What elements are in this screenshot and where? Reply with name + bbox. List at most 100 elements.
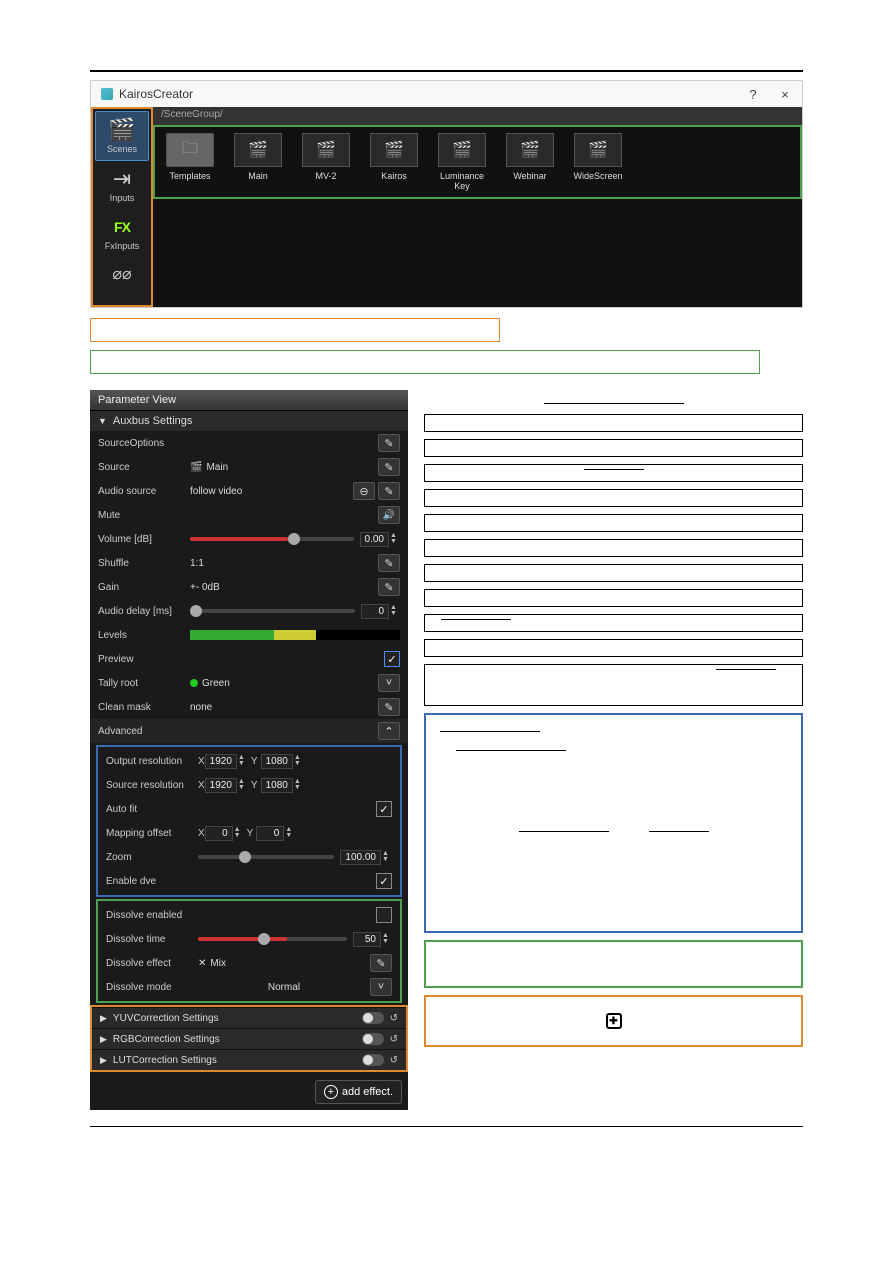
clapper-icon: 🎬 <box>302 133 350 167</box>
parameter-view: Parameter View ▼ Auxbus Settings SourceO… <box>90 390 408 1110</box>
dissolve-mode-dropdown[interactable] <box>370 978 392 996</box>
rgb-toggle[interactable] <box>362 1033 384 1045</box>
spinner[interactable]: ▲▼ <box>285 827 295 839</box>
remove-button[interactable] <box>353 482 375 500</box>
sidebar-item-fxinputs[interactable]: FX FxInputs <box>95 209 149 257</box>
volume-slider[interactable] <box>190 537 354 541</box>
dissolve-time-slider[interactable] <box>198 937 347 941</box>
row-output-resolution: Output resolution X 1920 ▲▼ Y 1080 ▲▼ <box>98 749 400 773</box>
sidebar-item-inputs[interactable]: ⇥ Inputs <box>95 161 149 209</box>
help-button[interactable]: ? <box>746 87 760 102</box>
spinner[interactable]: ▲▼ <box>294 755 304 767</box>
dissolve-enabled-checkbox[interactable] <box>376 907 392 923</box>
edit-button[interactable] <box>378 554 400 572</box>
reset-icon[interactable]: ↺ <box>390 1034 398 1045</box>
mute-button[interactable] <box>378 506 400 524</box>
audio-delay-slider[interactable] <box>190 609 355 613</box>
map-off-x[interactable]: 0 <box>205 826 233 841</box>
row-mapping-offset: Mapping offset X 0 ▲▼ Y 0 ▲▼ <box>98 821 400 845</box>
row-source: Source 🎬Main <box>90 455 408 479</box>
spinner[interactable]: ▲▼ <box>382 851 392 863</box>
sidebar-item-recording[interactable]: ⌀⌀ <box>95 257 149 295</box>
zoom-slider[interactable] <box>198 855 334 859</box>
desc-box <box>424 489 803 507</box>
scene-item-main[interactable]: 🎬 Main <box>227 133 289 191</box>
row-levels: Levels <box>90 623 408 647</box>
scene-item-mv2[interactable]: 🎬 MV-2 <box>295 133 357 191</box>
src-res-y[interactable]: 1080 <box>261 778 293 793</box>
expand-icon: ▶ <box>100 1034 107 1045</box>
spinner[interactable]: ▲▼ <box>234 827 244 839</box>
close-button[interactable]: × <box>778 87 792 102</box>
row-audio-delay: Audio delay [ms] 0 ▲▼ <box>90 599 408 623</box>
parameter-view-title: Parameter View <box>90 390 408 410</box>
row-zoom: Zoom 100.00 ▲▼ <box>98 845 400 869</box>
description-column: ✚ <box>424 390 803 1110</box>
yuv-correction-header[interactable]: ▶ YUVCorrection Settings ↺ <box>92 1007 406 1028</box>
lut-correction-header[interactable]: ▶ LUTCorrection Settings ↺ <box>92 1049 406 1070</box>
row-dissolve-time: Dissolve time 50 ▲▼ <box>98 927 400 951</box>
spinner[interactable]: ▲▼ <box>390 533 400 545</box>
tally-dropdown[interactable] <box>378 674 400 692</box>
spinner[interactable]: ▲▼ <box>382 933 392 945</box>
map-off-y[interactable]: 0 <box>256 826 284 841</box>
spinner[interactable]: ▲▼ <box>238 779 248 791</box>
plus-icon: ✚ <box>606 1013 622 1029</box>
src-res-x[interactable]: 1920 <box>205 778 237 793</box>
row-auto-fit: Auto fit ✓ <box>98 797 400 821</box>
scene-item-webinar[interactable]: 🎬 Webinar <box>499 133 561 191</box>
out-res-y[interactable]: 1080 <box>261 754 293 769</box>
row-dissolve-mode: Dissolve mode Normal <box>98 975 400 999</box>
clapper-icon: 🎬 <box>234 133 282 167</box>
desc-box <box>424 614 803 632</box>
clapper-icon: 🎬 <box>574 133 622 167</box>
desc-box <box>424 564 803 582</box>
collapse-button[interactable] <box>378 722 400 740</box>
auxbus-header[interactable]: ▼ Auxbus Settings <box>90 410 408 431</box>
zoom-value[interactable]: 100.00 <box>340 850 381 865</box>
sidebar-label: Inputs <box>110 193 135 203</box>
audio-delay-value[interactable]: 0 <box>361 604 389 619</box>
edit-button[interactable] <box>378 434 400 452</box>
spinner[interactable]: ▲▼ <box>238 755 248 767</box>
enable-dve-checkbox[interactable]: ✓ <box>376 873 392 889</box>
edit-button[interactable] <box>378 458 400 476</box>
reset-icon[interactable]: ↺ <box>390 1055 398 1066</box>
autofit-checkbox[interactable]: ✓ <box>376 801 392 817</box>
sidebar: 🎬 Scenes ⇥ Inputs FX FxInputs ⌀⌀ <box>91 107 153 307</box>
edit-button[interactable] <box>378 578 400 596</box>
edit-button[interactable] <box>378 698 400 716</box>
row-dissolve-effect: Dissolve effect ✕Mix <box>98 951 400 975</box>
desc-box <box>424 539 803 557</box>
titlebar: KairosCreator ? × <box>91 81 802 107</box>
out-res-x[interactable]: 1920 <box>205 754 237 769</box>
reset-icon[interactable]: ↺ <box>390 1013 398 1024</box>
volume-value[interactable]: 0.00 <box>360 532 389 547</box>
scene-label: Kairos <box>381 171 407 181</box>
row-dissolve-enabled: Dissolve enabled <box>98 903 400 927</box>
lut-toggle[interactable] <box>362 1054 384 1066</box>
edit-button[interactable] <box>370 954 392 972</box>
row-preview: Preview ✓ <box>90 647 408 671</box>
rgb-correction-header[interactable]: ▶ RGBCorrection Settings ↺ <box>92 1028 406 1049</box>
edit-button[interactable] <box>378 482 400 500</box>
spinner[interactable]: ▲▼ <box>294 779 304 791</box>
yuv-toggle[interactable] <box>362 1012 384 1024</box>
desc-box <box>424 439 803 457</box>
scene-item-widescreen[interactable]: 🎬 WideScreen <box>567 133 629 191</box>
sidebar-item-scenes[interactable]: 🎬 Scenes <box>95 111 149 161</box>
plus-icon: + <box>324 1085 338 1099</box>
fx-icon: FX <box>95 215 149 239</box>
scene-item-templates[interactable]: 🗀 Templates <box>159 133 221 191</box>
scene-item-luminance[interactable]: 🎬 Luminance Key <box>431 133 493 191</box>
spinner[interactable]: ▲▼ <box>390 605 400 617</box>
dissolve-time-value[interactable]: 50 <box>353 932 381 947</box>
clapper-icon: 🎬 <box>190 462 202 473</box>
add-effect-button[interactable]: + add effect. <box>315 1080 402 1104</box>
expand-icon: ▶ <box>100 1013 107 1024</box>
content-area: /SceneGroup/ 🗀 Templates 🎬 Main 🎬 MV-2 <box>153 107 802 307</box>
preview-checkbox[interactable]: ✓ <box>384 651 400 667</box>
desc-box <box>424 514 803 532</box>
scene-item-kairos[interactable]: 🎬 Kairos <box>363 133 425 191</box>
desc-box <box>424 589 803 607</box>
